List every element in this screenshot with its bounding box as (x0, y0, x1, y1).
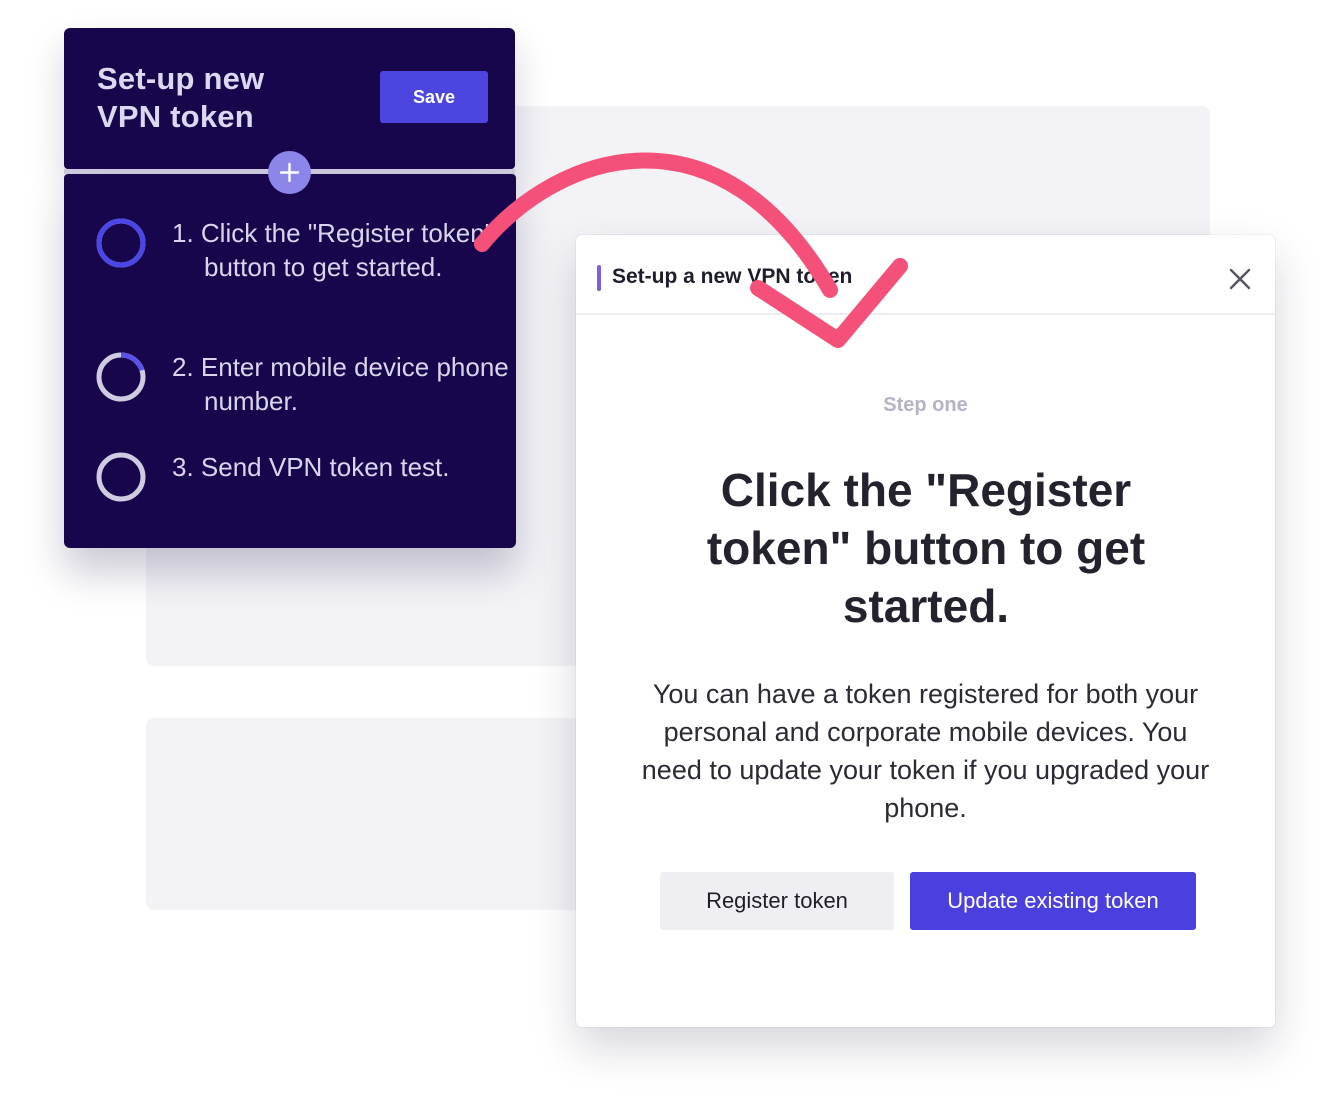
progress-ring-icon (96, 352, 146, 402)
close-button[interactable] (1224, 263, 1256, 295)
step-label: 1. Click the "Register token" button to … (172, 218, 494, 282)
step-item[interactable]: 3. Send VPN token test. (94, 450, 514, 504)
progress-ring-icon (96, 218, 146, 268)
step-item[interactable]: 2. Enter mobile device phone number. (94, 350, 514, 418)
modal-headline: Click the "Register token" button to get… (706, 464, 1146, 632)
panel-title: Set-up new VPN token (97, 61, 265, 134)
vpn-token-modal: Set-up a new VPN token Step one Click th… (576, 235, 1275, 1027)
step-item[interactable]: 1. Click the "Register token" button to … (94, 216, 514, 284)
header-accent-bar (597, 265, 601, 291)
modal-title: Set-up a new VPN token (612, 265, 853, 288)
modal-header: Set-up a new VPN token (576, 235, 1275, 315)
step-label: 2. Enter mobile device phone number. (172, 352, 509, 416)
step-indicator: Step one (883, 394, 968, 416)
modal-description: You can have a token registered for both… (641, 679, 1210, 823)
vpn-setup-steps-panel: 1. Click the "Register token" button to … (64, 174, 516, 548)
close-icon (1229, 268, 1251, 290)
register-token-button[interactable]: Register token (660, 872, 894, 930)
add-step-button[interactable] (268, 151, 311, 194)
progress-ring-icon (96, 452, 146, 502)
update-token-button[interactable]: Update existing token (910, 872, 1196, 930)
plus-icon (279, 162, 300, 183)
vpn-setup-panel-header: Set-up new VPN token Save (64, 28, 515, 169)
background-card (146, 718, 646, 910)
step-label: 3. Send VPN token test. (172, 452, 450, 482)
save-button[interactable]: Save (380, 71, 488, 123)
